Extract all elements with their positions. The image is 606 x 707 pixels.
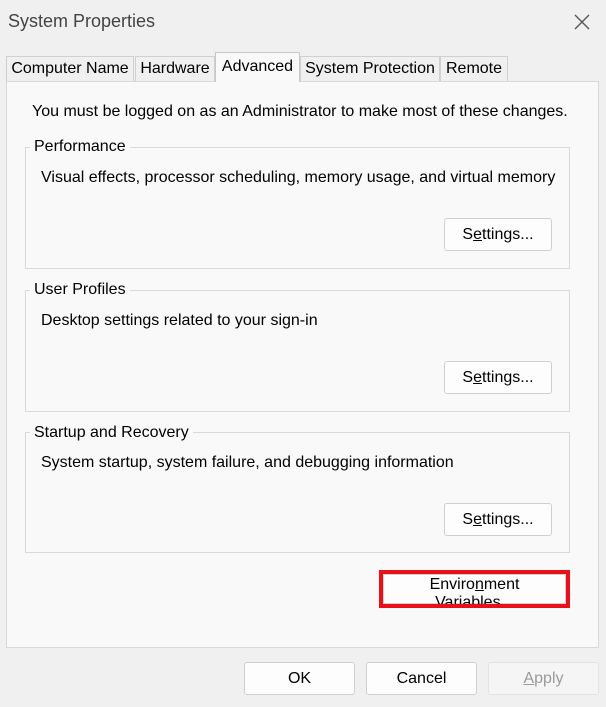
tab-label: Computer Name <box>11 60 129 77</box>
tab-label: Advanced <box>221 58 294 75</box>
performance-description: Visual effects, processor scheduling, me… <box>41 169 556 186</box>
startup-recovery-settings-button[interactable]: Settings... <box>444 503 552 536</box>
performance-legend: Performance <box>30 138 130 156</box>
tab-hardware[interactable]: Hardware <box>135 56 215 82</box>
user-profiles-description: Desktop settings related to your sign-in <box>41 312 318 329</box>
tab-advanced[interactable]: Advanced <box>215 52 300 82</box>
tab-label: Remote <box>445 60 503 77</box>
close-icon <box>574 14 590 30</box>
button-label-post: ttings... <box>482 225 534 243</box>
tab-label: System Protection <box>305 60 435 77</box>
button-label-pre: S <box>462 368 474 386</box>
apply-label: pply <box>534 669 564 687</box>
startup-recovery-description: System startup, system failure, and debu… <box>41 454 454 471</box>
tab-label: Hardware <box>140 60 210 77</box>
cancel-label: Cancel <box>396 669 447 687</box>
button-label-post: ttings... <box>482 368 534 386</box>
cancel-button[interactable]: Cancel <box>366 662 477 695</box>
highlight-box <box>379 570 570 608</box>
title-bar: System Properties <box>0 0 606 44</box>
ok-label: OK <box>287 669 312 687</box>
apply-mnemonic: A <box>523 669 535 687</box>
button-label-mnemonic: e <box>473 368 482 386</box>
button-label-mnemonic: e <box>473 225 482 243</box>
user-profiles-settings-button[interactable]: Settings... <box>444 361 552 394</box>
admin-note: You must be logged on as an Administrato… <box>32 103 568 120</box>
button-label-post: ttings... <box>482 510 534 528</box>
tab-system-protection[interactable]: System Protection <box>300 56 440 82</box>
startup-recovery-legend: Startup and Recovery <box>30 424 193 442</box>
user-profiles-legend: User Profiles <box>30 281 130 299</box>
ok-button[interactable]: OK <box>244 662 355 695</box>
button-label-pre: S <box>462 510 474 528</box>
window-title: System Properties <box>8 11 156 31</box>
apply-button[interactable]: Apply <box>488 662 599 695</box>
button-label-mnemonic: e <box>473 510 482 528</box>
performance-settings-button[interactable]: Settings... <box>444 218 552 251</box>
button-label-pre: S <box>462 225 474 243</box>
close-button[interactable] <box>560 4 604 40</box>
tab-computer-name[interactable]: Computer Name <box>6 56 134 82</box>
tab-remote[interactable]: Remote <box>440 56 508 82</box>
